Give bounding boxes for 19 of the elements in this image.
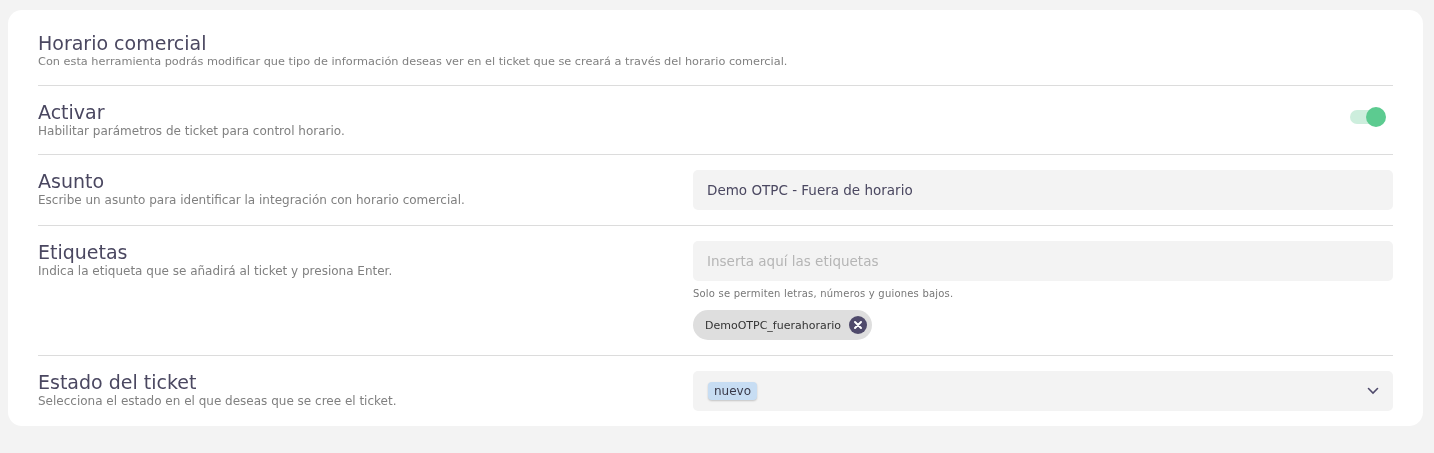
section-title: Horario comercial <box>38 32 208 54</box>
section-description: Con esta herramienta podrás modificar que tipo de información deseas ver en el ticket que se creará a través del horario comercial. <box>38 54 789 70</box>
tag-label: DemoOTPC_fuerahorario <box>705 318 842 332</box>
setting-label: Etiquetas <box>38 241 129 263</box>
tags-field[interactable]: Inserta aquí las etiquetas <box>693 241 1393 281</box>
setting-description: Selecciona el estado en el que deseas que se cree el ticket. <box>38 393 398 409</box>
setting-label: Estado del ticket <box>38 371 198 393</box>
toggle-switch[interactable] <box>1350 110 1384 124</box>
subject-field[interactable]: Demo OTPC - Fuera de horario <box>693 170 1393 210</box>
field-hint: Solo se permiten letras, números y guiones bajos. <box>693 288 955 299</box>
setting-label: Activar <box>38 101 106 123</box>
remove-icon[interactable] <box>849 316 868 334</box>
status-select[interactable]: nuevo <box>693 371 1393 411</box>
status-badge: nuevo <box>708 382 758 400</box>
chevron-down-icon <box>1367 387 1379 395</box>
setting-description: Escribe un asunto para identificar la integración con horario comercial. <box>38 192 466 208</box>
setting-description: Habilitar parámetros de ticket para control horario. <box>38 123 346 139</box>
setting-description: Indica la etiqueta que se añadirá al ticket y presiona Enter. <box>38 263 394 279</box>
setting-label: Asunto <box>38 170 106 192</box>
